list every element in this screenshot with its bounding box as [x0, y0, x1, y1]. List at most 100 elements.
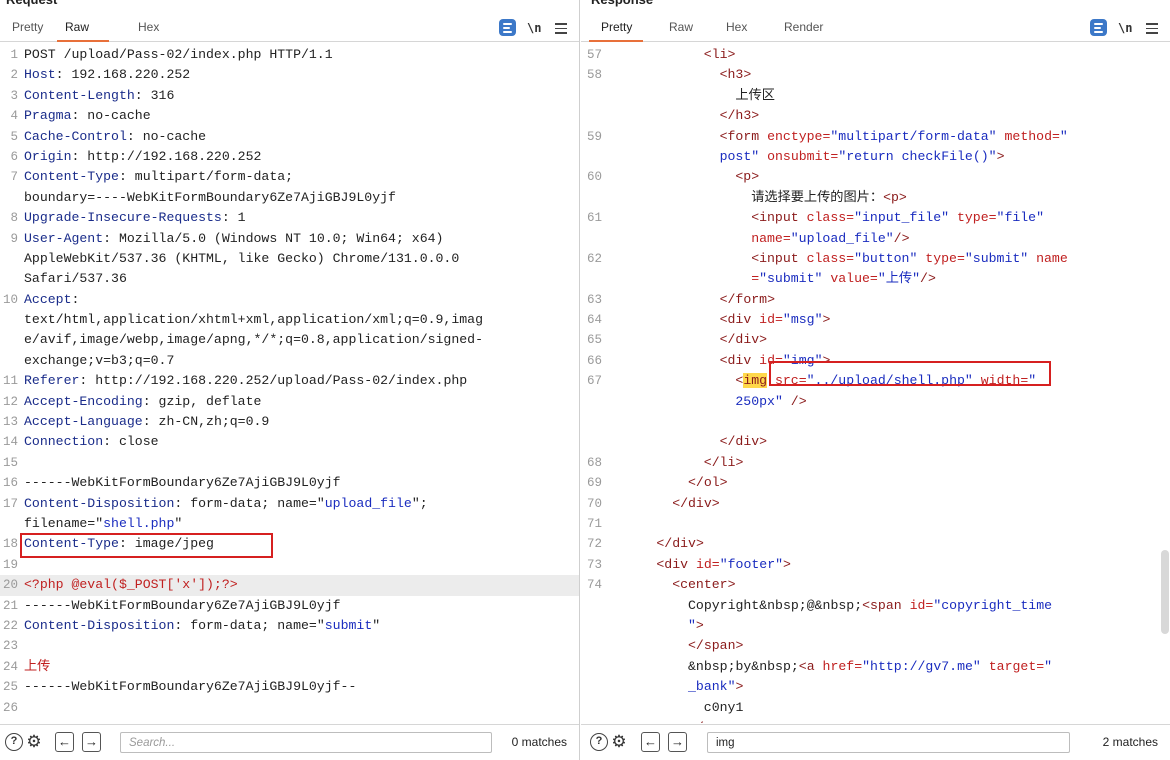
response-tab-raw[interactable]: Raw [669, 20, 693, 34]
response-editor[interactable]: 57 <li> 58 <h3> 上传区 </h3> 59 <form enctype="mul… [581, 43, 1170, 723]
code-token: type= [917, 250, 965, 266]
code-token: upload_file [324, 495, 412, 511]
request-tab-pretty[interactable]: Pretty [12, 20, 43, 34]
help-icon[interactable]: ? [5, 733, 23, 751]
code-text: Origin: http://192.168.220.252 [24, 147, 261, 167]
next-match-button[interactable]: → [668, 732, 687, 752]
show-newlines-icon[interactable]: \n [527, 19, 541, 37]
code-token: : close [103, 434, 159, 450]
code-text: </div> [609, 432, 767, 452]
code-text: <input class="input_file" type="file" [609, 208, 1044, 228]
line-number: 70 [587, 496, 603, 511]
code-text: </li> [609, 453, 744, 473]
next-match-button[interactable]: → [82, 732, 101, 752]
code-token: " [174, 515, 183, 531]
code-token: POST /upload/Pass-02/index.php HTTP/1.1 [24, 47, 333, 62]
code-token: 上传区 [735, 87, 775, 103]
code-text: POST /upload/Pass-02/index.php HTTP/1.1 [24, 45, 333, 65]
settings-gear-icon[interactable]: ⚙ [25, 733, 43, 751]
help-icon[interactable]: ? [590, 733, 608, 751]
response-match-count: 2 matches [1102, 735, 1158, 749]
request-code-line: 23 [0, 636, 579, 656]
request-editor[interactable]: 1 POST /upload/Pass-02/index.php HTTP/1.1… [0, 43, 579, 723]
line-number: 24 [2, 659, 18, 674]
code-token: Content-Length [24, 87, 135, 103]
code-token: <div [656, 556, 696, 572]
code-token: e/avif,image/webp,image/apng,*/*;q=0.8,a… [24, 332, 483, 348]
response-search-input[interactable] [707, 732, 1070, 753]
request-code-line: 12 Accept-Encoding: gzip, deflate [0, 392, 579, 412]
request-code-line: 24 上传 [0, 657, 579, 677]
response-tabbar: Pretty Raw Hex Render \n [581, 14, 1170, 42]
hamburger-menu-icon[interactable] [1146, 19, 1158, 37]
code-token: Accept [24, 291, 72, 307]
previous-match-button[interactable]: ← [55, 732, 74, 752]
code-token: 250px" [735, 393, 783, 409]
code-text: "> [609, 616, 704, 636]
code-token: text/html,application/xhtml+xml,applicat… [24, 312, 483, 328]
code-token: Content-Type [24, 536, 119, 552]
response-tab-pretty[interactable]: Pretty [601, 20, 632, 34]
response-tab-hex[interactable]: Hex [726, 20, 747, 34]
code-text: </h3> [609, 106, 760, 126]
code-token: </div> [656, 536, 704, 552]
code-text: </div> [609, 534, 704, 554]
code-text: <img src="../upload/shell.php" width=" [609, 371, 1036, 391]
response-code-line: </h3> [581, 106, 1170, 126]
code-token: </div> [672, 495, 720, 511]
code-text: Connection: close [24, 432, 159, 452]
line-number: 66 [587, 353, 603, 368]
request-code-line: 18 Content-Type: image/jpeg [0, 534, 579, 554]
line-number: 1 [10, 48, 18, 62]
response-code-line [581, 412, 1170, 432]
response-code-line: 57 <li> [581, 45, 1170, 65]
code-token: </ol> [688, 475, 728, 491]
wrap-lines-icon[interactable] [499, 19, 516, 36]
line-number: 10 [2, 292, 18, 307]
line-number: 64 [587, 313, 603, 328]
code-token: 请选择要上传的图片： [751, 189, 884, 205]
code-token: : gzip, deflate [142, 393, 262, 409]
code-token: post" [719, 148, 760, 164]
code-text: 上传 [24, 657, 50, 677]
code-token: id= [695, 556, 720, 572]
response-scroll-thumb[interactable] [1161, 550, 1169, 634]
response-code-line: 73 <div id="footer"> [581, 555, 1170, 575]
code-token: Host [24, 67, 56, 83]
code-token: <form [719, 128, 768, 144]
code-token: submit [324, 617, 373, 633]
code-token: <h3> [719, 67, 752, 83]
code-token: shell.php [103, 515, 175, 531]
code-token: Copyright&nbsp;@&nbsp; [688, 597, 863, 613]
code-text: </form> [609, 290, 775, 310]
code-text: exchange;v=b3;q=0.7 [24, 351, 174, 371]
request-code-line: 21 ------WebKitFormBoundary6Ze7AjiGBJ9L0y… [0, 596, 579, 616]
response-code-line: 61 <input class="input_file" type="file" [581, 208, 1170, 228]
code-text: Accept-Encoding: gzip, deflate [24, 392, 261, 412]
request-tabbar: Pretty Raw Hex \n [0, 14, 579, 42]
code-text: Copyright&nbsp;@&nbsp;<span id="copyrigh… [609, 596, 1052, 616]
request-search-bar: ? ⚙ ← → 0 matches [0, 724, 579, 760]
previous-match-button[interactable]: ← [641, 732, 660, 752]
request-tab-raw[interactable]: Raw [65, 20, 89, 34]
code-token: class= [806, 250, 855, 266]
request-tab-hex[interactable]: Hex [138, 20, 159, 34]
show-newlines-icon[interactable]: \n [1118, 19, 1132, 37]
line-number: 16 [2, 476, 18, 491]
code-token: AppleWebKit/537.36 (KHTML, like Gecko) C… [24, 250, 460, 266]
code-text: <p> [609, 167, 759, 187]
code-text: Content-Disposition: form-data; name="su… [24, 616, 380, 636]
response-tab-render[interactable]: Render [784, 20, 823, 34]
response-toolbar: \n [1090, 19, 1160, 37]
request-code-line: 8 Upgrade-Insecure-Requests: 1 [0, 208, 579, 228]
code-token: <p> [735, 169, 760, 185]
request-search-input[interactable] [120, 732, 492, 753]
response-scrollbar[interactable] [1160, 43, 1170, 723]
code-text: </a> [609, 718, 720, 723]
code-text: <center> [609, 575, 735, 595]
settings-gear-icon[interactable]: ⚙ [610, 733, 628, 751]
request-code-line: boundary=----WebKitFormBoundary6Ze7AjiGB… [0, 188, 579, 208]
wrap-lines-icon[interactable] [1090, 19, 1107, 36]
hamburger-menu-icon[interactable] [555, 19, 567, 37]
request-code-line: 6 Origin: http://192.168.220.252 [0, 147, 579, 167]
